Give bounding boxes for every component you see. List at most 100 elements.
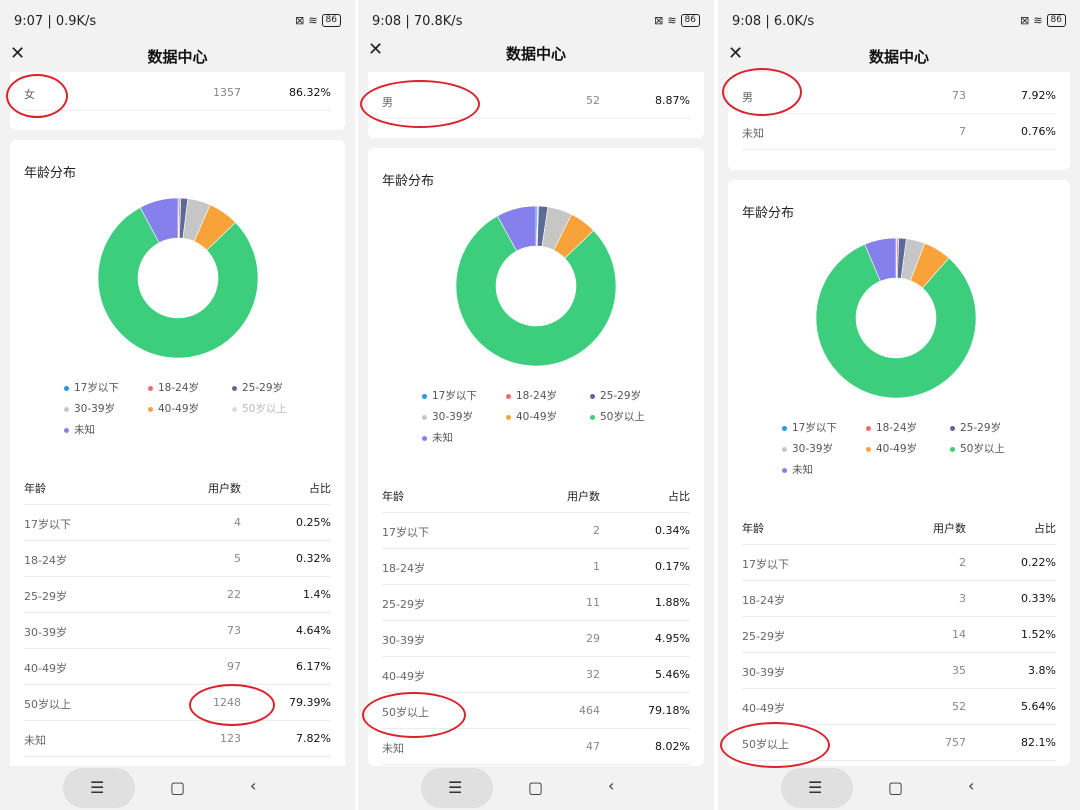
table-row: 30-39岁 29 4.95% <box>382 620 690 657</box>
row-pct: 1.4% <box>303 588 331 601</box>
age-card: 年龄分布 17岁以下 18-24岁 25-29岁 30-39岁 40-49岁 5… <box>10 140 345 780</box>
status-time: 9:08 | 6.0K/s <box>732 14 815 29</box>
battery-icon: 86 <box>1046 14 1066 27</box>
legend-dot <box>64 406 69 412</box>
page-title: 数据中心 <box>147 48 208 66</box>
gender-pct: 8.87% <box>655 94 690 107</box>
row-label: 18-24岁 <box>742 594 785 607</box>
legend-item: 50岁以上 <box>590 409 645 424</box>
legend-dot <box>590 414 595 420</box>
row-pct: 0.34% <box>655 524 690 537</box>
section-title: 年龄分布 <box>742 206 795 221</box>
back-chevron-icon[interactable]: ‹ <box>968 776 974 795</box>
home-square-icon[interactable]: ▢ <box>528 778 543 797</box>
row-count: 3 <box>959 592 966 605</box>
row-label: 30-39岁 <box>742 666 785 679</box>
home-square-icon[interactable]: ▢ <box>888 778 903 797</box>
table-row: 17岁以下 2 0.22% <box>742 544 1056 581</box>
system-navbar: ☰ ▢ ‹ <box>718 766 1080 810</box>
back-chevron-icon[interactable]: ‹ <box>250 776 256 795</box>
table-row: 女 1357 86.32% <box>24 74 331 111</box>
battery-icon: 86 <box>680 14 700 27</box>
legend-item: 25-29岁 <box>950 420 1001 435</box>
gender-pct: 86.32% <box>289 86 331 99</box>
row-pct: 0.22% <box>1021 556 1056 569</box>
row-label: 25-29岁 <box>382 598 425 611</box>
row-count: 29 <box>586 632 600 645</box>
legend-dot <box>590 393 595 399</box>
legend-dot <box>782 446 787 452</box>
legend-dot <box>148 385 153 391</box>
legend-item: 25-29岁 <box>232 380 283 395</box>
legend-item: 40-49岁 <box>148 401 199 416</box>
legend-item: 30-39岁 <box>422 409 473 424</box>
legend-dot <box>866 425 871 431</box>
wifi-icon: ≋ <box>308 14 318 27</box>
legend-item: 未知 <box>422 430 453 445</box>
menu-icon[interactable]: ☰ <box>808 778 822 797</box>
row-pct: 5.46% <box>655 668 690 681</box>
legend-label: 25-29岁 <box>242 382 284 394</box>
row-pct: 0.17% <box>655 560 690 573</box>
phone-panel-2: 9:08 | 70.8K/s ⊠ ≋ 86 ✕ 数据中心 男 52 8.87% … <box>358 0 714 810</box>
gender-count: 52 <box>586 94 600 107</box>
table-row: 30-39岁 73 4.64% <box>24 612 331 649</box>
header-age: 年龄 <box>382 490 404 503</box>
row-count: 11 <box>586 596 600 609</box>
legend-dot <box>782 467 787 473</box>
header-age: 年龄 <box>742 522 764 535</box>
row-label: 30-39岁 <box>382 634 425 647</box>
home-square-icon[interactable]: ▢ <box>170 778 185 797</box>
legend-item: 50岁以上 <box>232 401 287 416</box>
table-header: 年龄 用户数 占比 <box>24 468 331 505</box>
legend-item: 40-49岁 <box>506 409 557 424</box>
legend-item: 18-24岁 <box>506 388 557 403</box>
menu-icon[interactable]: ☰ <box>90 778 104 797</box>
legend-item: 30-39岁 <box>782 441 833 456</box>
legend-label: 30-39岁 <box>432 411 474 423</box>
row-label: 50岁以上 <box>24 698 71 711</box>
row-pct: 5.64% <box>1021 700 1056 713</box>
row-pct: 7.82% <box>296 732 331 745</box>
menu-icon[interactable]: ☰ <box>448 778 462 797</box>
legend-dot <box>782 425 787 431</box>
legend-dot <box>422 435 427 441</box>
row-count: 52 <box>952 700 966 713</box>
row-count: 22 <box>227 588 241 601</box>
gender-label: 未知 <box>742 127 764 140</box>
legend-label: 17岁以下 <box>792 422 837 434</box>
table-row: 30-39岁 35 3.8% <box>742 652 1056 689</box>
row-label: 17岁以下 <box>24 518 71 531</box>
row-pct: 79.39% <box>289 696 331 709</box>
phone-panel-1: 9:07 | 0.9K/s ⊠ ≋ 86 ✕ 数据中心 女 1357 86.32… <box>0 0 355 810</box>
table-header: 年龄 用户数 占比 <box>382 476 690 513</box>
legend-dot <box>64 385 69 391</box>
highlight-ellipse <box>720 722 830 768</box>
row-pct: 1.88% <box>655 596 690 609</box>
table-row: 17岁以下 2 0.34% <box>382 512 690 549</box>
legend-dot <box>950 425 955 431</box>
status-time: 9:08 | 70.8K/s <box>372 14 463 29</box>
table-row: 25-29岁 14 1.52% <box>742 616 1056 653</box>
legend-label: 未知 <box>792 464 813 476</box>
back-chevron-icon[interactable]: ‹ <box>608 776 614 795</box>
battery-icon: 86 <box>321 14 341 27</box>
legend-dot <box>422 393 427 399</box>
row-count: 1 <box>593 560 600 573</box>
gender-pct: 0.76% <box>1021 125 1056 138</box>
header-age: 年龄 <box>24 482 46 495</box>
sim-icon: ⊠ <box>295 14 305 27</box>
legend-dot <box>506 393 511 399</box>
wifi-icon: ≋ <box>667 14 677 27</box>
legend-label: 40-49岁 <box>516 411 558 423</box>
row-pct: 0.33% <box>1021 592 1056 605</box>
age-card: 年龄分布 17岁以下 18-24岁 25-29岁 30-39岁 40-49岁 5… <box>728 180 1070 766</box>
legend-label: 50岁以上 <box>960 443 1005 455</box>
highlight-ellipse <box>360 80 480 128</box>
phone-panel-3: 9:08 | 6.0K/s ⊠ ≋ 86 ✕ 数据中心 男 73 7.92% 未… <box>718 0 1080 810</box>
table-row: 未知 123 7.82% <box>24 720 331 757</box>
page-title: 数据中心 <box>505 45 566 63</box>
row-pct: 4.64% <box>296 624 331 637</box>
header-pct: 占比 <box>1034 522 1056 535</box>
legend-item: 18-24岁 <box>866 420 917 435</box>
